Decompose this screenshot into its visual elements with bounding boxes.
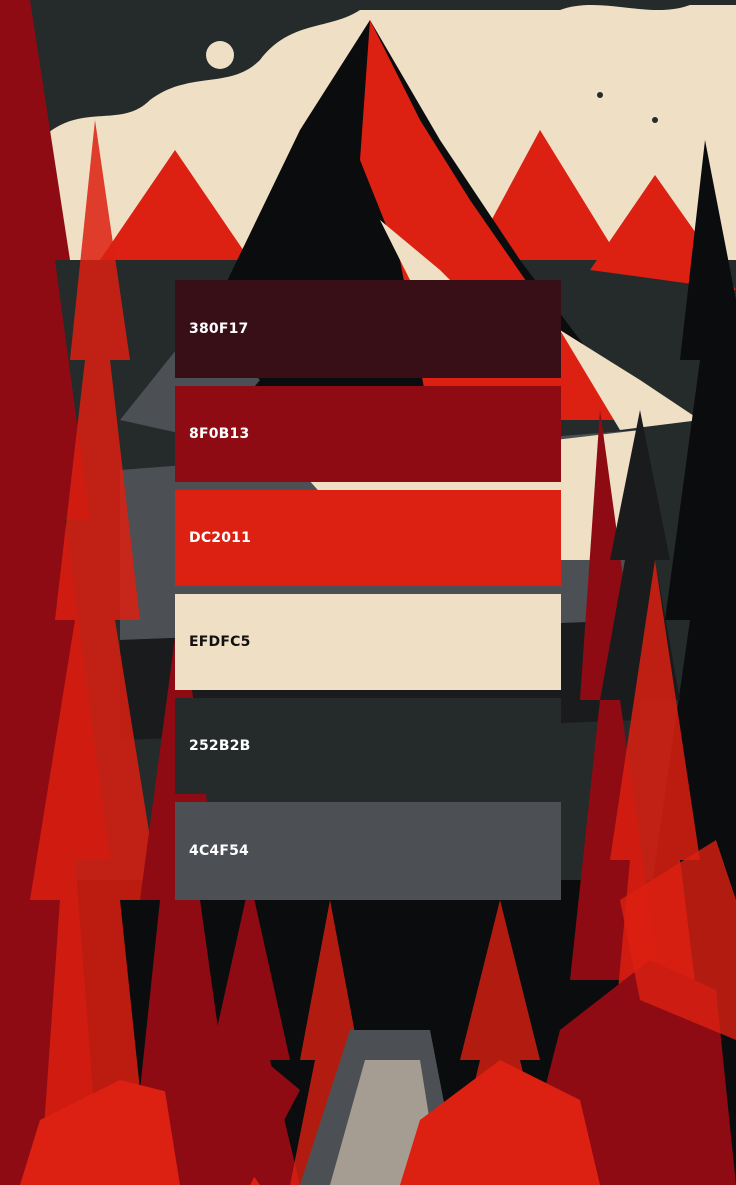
swatch-6: 4C4F54 <box>175 802 561 900</box>
swatch-3: DC2011 <box>175 490 561 586</box>
swatch-hex-label: DC2011 <box>189 530 252 546</box>
swatch-5: 252B2B <box>175 698 561 794</box>
swatch-1: 380F17 <box>175 280 561 378</box>
palette-poster: 380F17 8F0B13 DC2011 EFDFC5 252B2B 4C4F5… <box>0 0 736 1185</box>
swatch-4: EFDFC5 <box>175 594 561 690</box>
swatch-2: 8F0B13 <box>175 386 561 482</box>
color-palette: 380F17 8F0B13 DC2011 EFDFC5 252B2B 4C4F5… <box>175 280 561 900</box>
swatch-hex-label: 4C4F54 <box>189 843 250 859</box>
swatch-hex-label: 8F0B13 <box>189 426 250 442</box>
swatch-hex-label: EFDFC5 <box>189 634 251 650</box>
swatch-hex-label: 380F17 <box>189 321 249 337</box>
swatch-hex-label: 252B2B <box>189 738 251 754</box>
